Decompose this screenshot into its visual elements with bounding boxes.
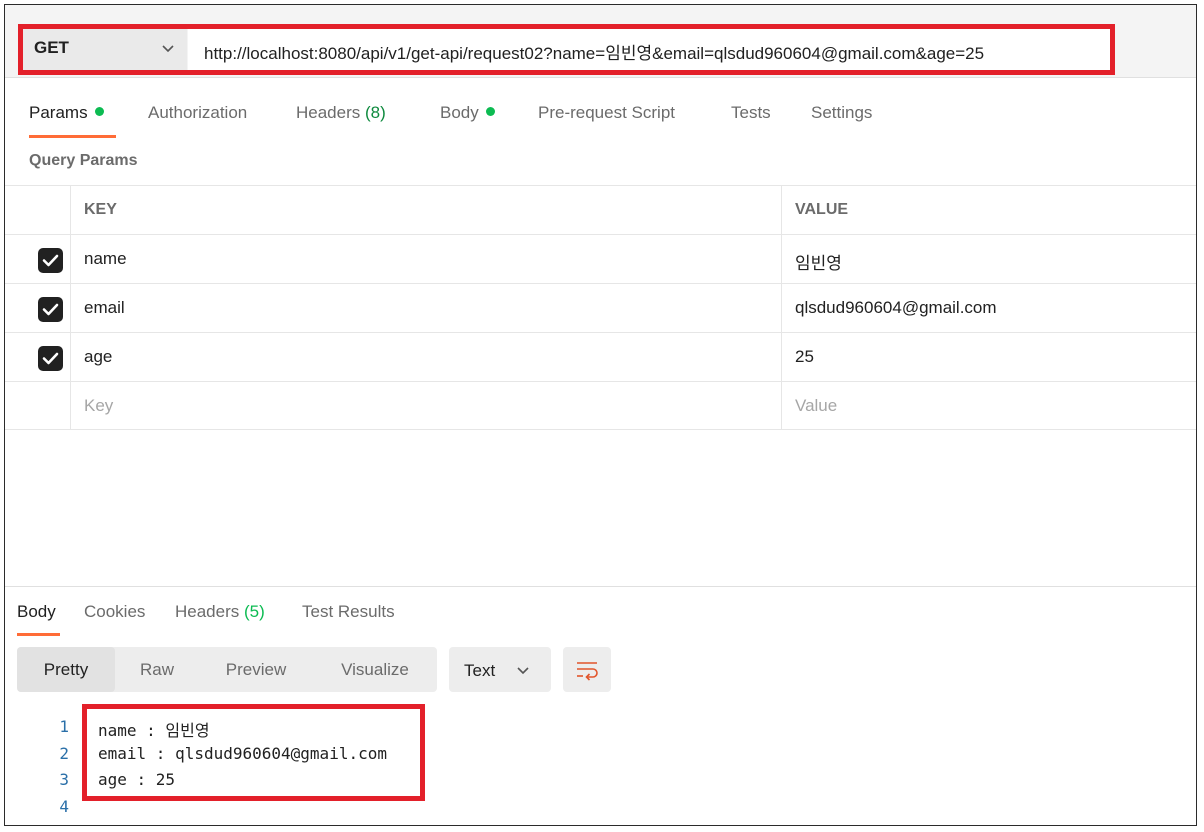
view-mode-visualize[interactable]: Visualize [313, 647, 437, 692]
param-key-cell[interactable]: email [71, 284, 782, 332]
status-dot [94, 107, 104, 116]
check-cell [5, 284, 71, 332]
tab-response-headers[interactable]: Headers (5) [175, 602, 265, 622]
tab-settings[interactable]: Settings [811, 103, 872, 123]
param-key: name [84, 249, 127, 268]
check-cell [5, 382, 71, 429]
header-value-cell: VALUE [782, 186, 1196, 234]
tab-pre-request-script[interactable]: Pre-request Script [538, 103, 675, 123]
check-cell [5, 235, 71, 283]
table-row: name 임빈영 [5, 234, 1196, 283]
table-row-empty: Key Value [5, 381, 1196, 430]
checkmark-icon [42, 303, 59, 316]
active-response-tab-indicator [17, 633, 60, 636]
param-key-cell[interactable]: name [71, 235, 782, 283]
checkmark-icon [42, 352, 59, 365]
postman-window: GET http://localhost:8080/api/v1/get-api… [4, 4, 1197, 826]
tab-label: Headers [175, 602, 240, 621]
table-row: email qlsdud960604@gmail.com [5, 283, 1196, 332]
response-headers-count: (5) [244, 602, 265, 621]
param-checkbox[interactable] [38, 297, 63, 322]
param-value: qlsdud960604@gmail.com [795, 298, 997, 317]
param-key: email [84, 298, 125, 317]
line-number: 3 [59, 770, 69, 789]
table-header-row: KEY VALUE [5, 185, 1196, 234]
new-key-cell[interactable]: Key [71, 382, 782, 429]
status-dot [485, 107, 495, 116]
chevron-down-icon [517, 667, 529, 675]
tab-label: Test Results [302, 602, 395, 621]
param-value-cell[interactable]: 임빈영 [782, 235, 1196, 283]
tab-authorization[interactable]: Authorization [148, 103, 247, 123]
tab-headers[interactable]: Headers (8) [296, 103, 386, 123]
header-key-cell: KEY [71, 186, 782, 234]
tab-tests[interactable]: Tests [731, 103, 771, 123]
line-number: 2 [59, 744, 69, 763]
headers-count: (8) [365, 103, 386, 122]
param-value: 임빈영 [795, 254, 842, 273]
new-value-cell[interactable]: Value [782, 382, 1196, 429]
tab-cookies[interactable]: Cookies [84, 602, 145, 622]
tab-test-results[interactable]: Test Results [302, 602, 395, 622]
tab-label: Params [29, 103, 88, 122]
wrap-lines-icon [577, 662, 598, 681]
tab-label: Pre-request Script [538, 103, 675, 122]
value-placeholder: Value [795, 396, 838, 415]
query-params-title: Query Params [29, 152, 138, 169]
response-highlight-box [82, 704, 425, 801]
format-label: Text [464, 661, 496, 680]
check-cell [5, 333, 71, 381]
url-highlight-box [18, 24, 1115, 75]
tab-label: Tests [731, 103, 771, 122]
response-divider[interactable] [5, 586, 1196, 587]
param-key-cell[interactable]: age [71, 333, 782, 381]
tab-label: Settings [811, 103, 873, 122]
tab-label: Headers [296, 103, 361, 122]
param-key: age [84, 347, 113, 366]
checkmark-icon [42, 254, 59, 267]
format-select[interactable]: Text [449, 647, 551, 692]
tab-label: Body [17, 602, 56, 621]
table-row: age 25 [5, 332, 1196, 381]
param-value: 25 [795, 347, 814, 366]
line-number: 4 [59, 797, 69, 816]
key-placeholder: Key [84, 396, 114, 415]
tab-response-body[interactable]: Body [17, 602, 56, 622]
param-checkbox[interactable] [38, 346, 63, 371]
view-mode-pretty[interactable]: Pretty [17, 647, 115, 692]
view-mode-preview[interactable]: Preview [199, 647, 313, 692]
param-value-cell[interactable]: 25 [782, 333, 1196, 381]
param-checkbox[interactable] [38, 248, 63, 273]
line-number: 1 [59, 717, 69, 736]
view-mode-selector: Pretty Raw Preview Visualize [17, 647, 437, 692]
header-check-cell [5, 186, 71, 234]
param-value-cell[interactable]: qlsdud960604@gmail.com [782, 284, 1196, 332]
key-column-header: KEY [84, 201, 117, 218]
tab-label: Cookies [84, 602, 146, 621]
tab-label: Body [440, 103, 479, 122]
value-column-header: VALUE [795, 201, 849, 218]
active-tab-indicator [29, 135, 116, 138]
tab-params[interactable]: Params [29, 103, 104, 123]
view-mode-raw[interactable]: Raw [115, 647, 199, 692]
tab-label: Authorization [148, 103, 248, 122]
wrap-lines-button[interactable] [563, 647, 611, 692]
tab-body[interactable]: Body [440, 103, 495, 123]
